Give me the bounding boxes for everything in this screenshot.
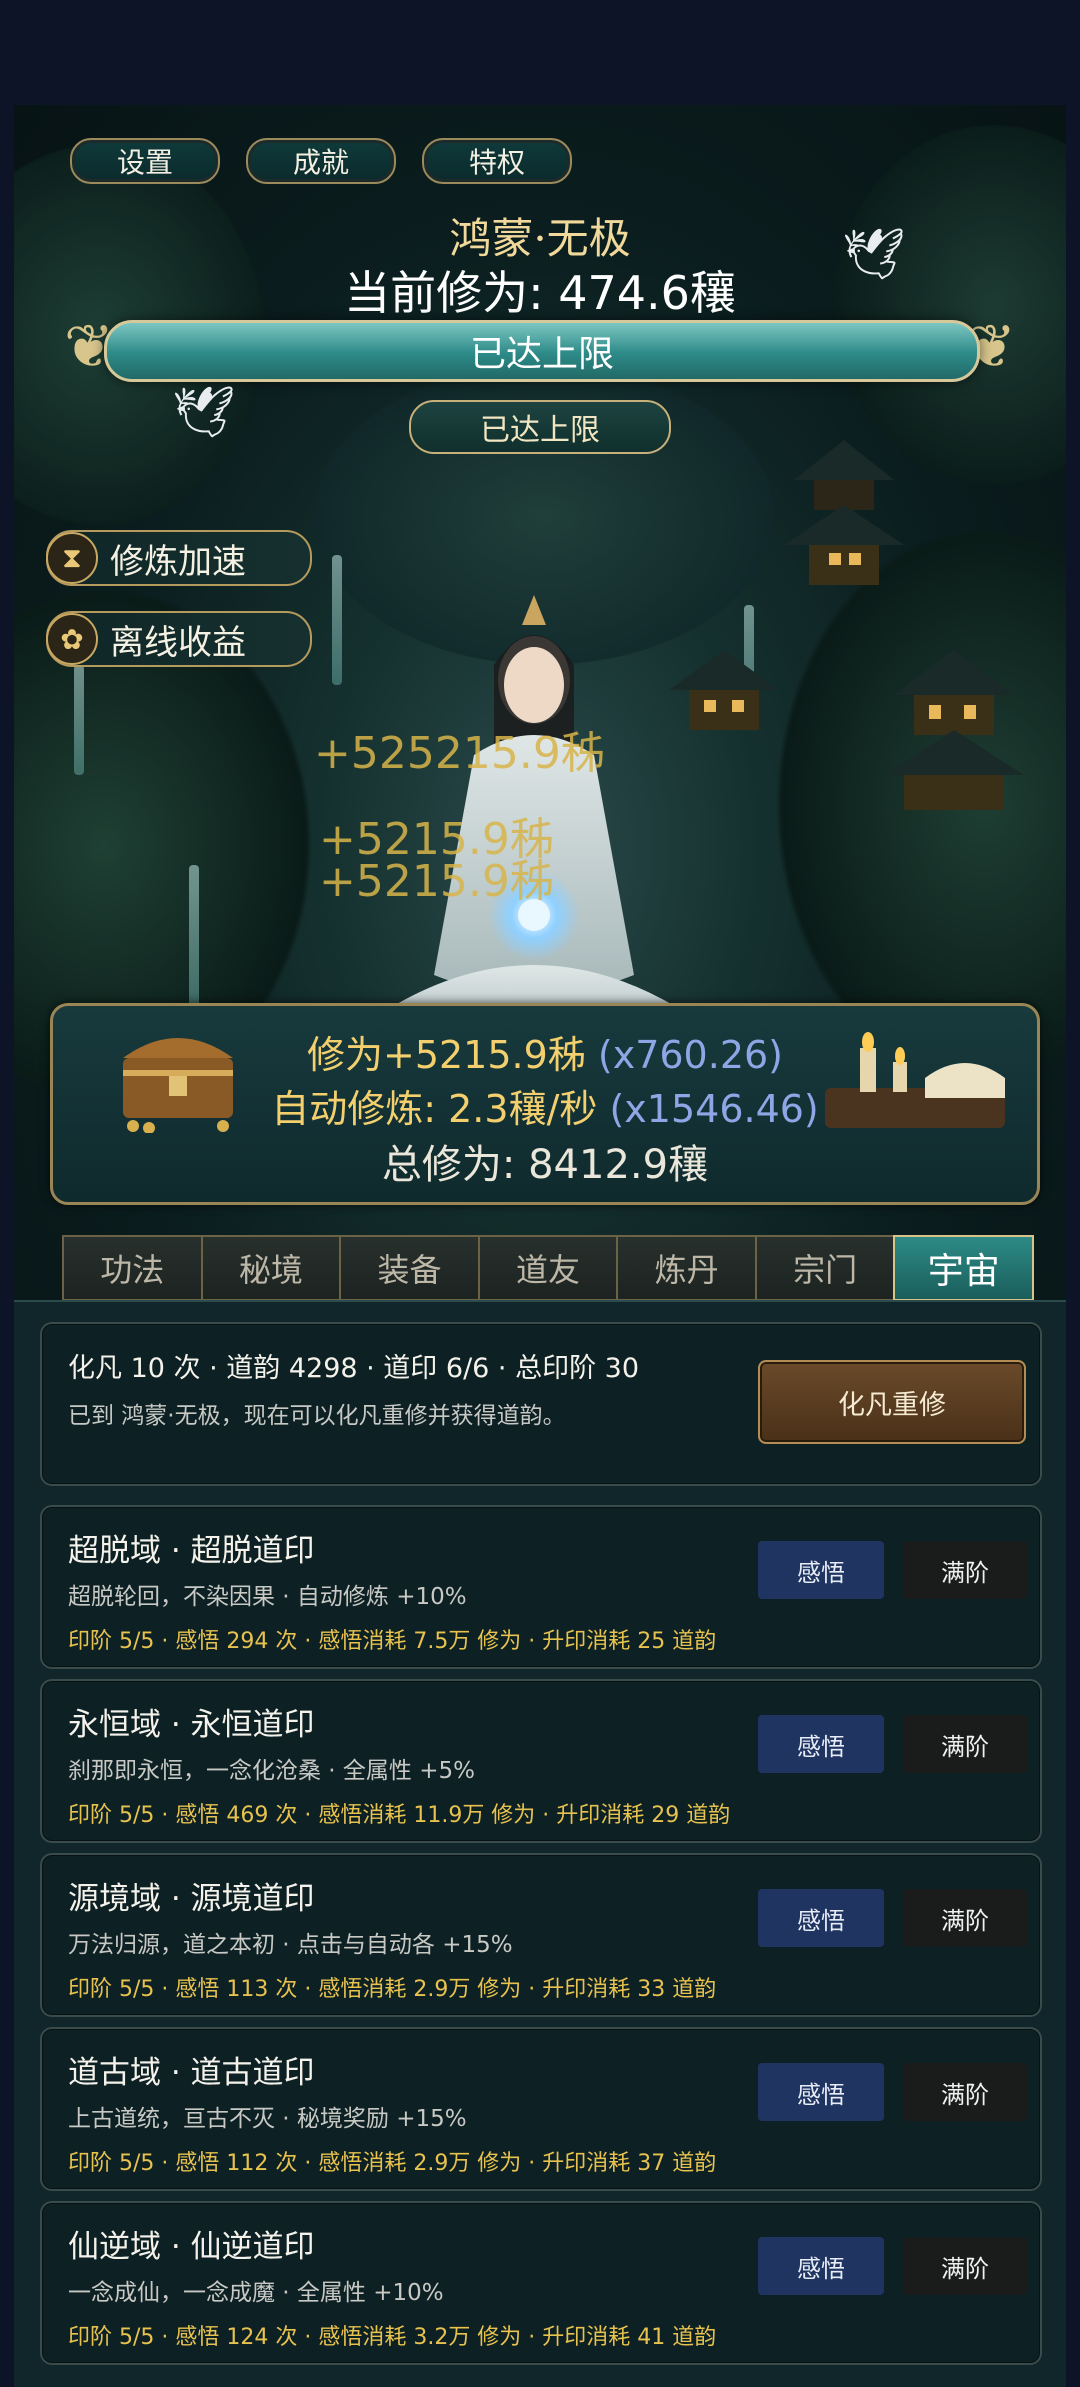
privileges-button[interactable]: 特权	[422, 138, 572, 184]
tab-companions[interactable]: 道友	[477, 1235, 619, 1300]
offline-earnings-button[interactable]: ✿ 离线收益	[46, 611, 312, 667]
domain-stats: 印阶 5/5 · 感悟 469 次 · 感悟消耗 11.9万 修为 · 升印消耗…	[68, 1803, 731, 1828]
rebirth-card: 化凡 10 次 · 道韵 4298 · 道印 6/6 · 总印阶 30 已到 鸿…	[40, 1322, 1042, 1486]
comprehend-button[interactable]: 感悟	[758, 2063, 884, 2121]
domain-card: 源境域 · 源境道印 万法归源，道之本初 · 点击与自动各 +15% 印阶 5/…	[40, 1853, 1042, 2017]
comprehend-button[interactable]: 感悟	[758, 1715, 884, 1773]
auto-gain-line: 自动修炼: 2.3穰/秒 (x1546.46)	[53, 1078, 1037, 1133]
domain-description: 超脱轮回，不染因果 · 自动修炼 +10%	[68, 1584, 467, 1610]
comprehend-button[interactable]: 感悟	[758, 1889, 884, 1947]
tab-bar: 功法 秘境 装备 道友 炼丹 宗门 宇宙	[62, 1235, 1035, 1300]
progress-label: 已达上限	[469, 334, 614, 375]
tab-equipment[interactable]: 装备	[339, 1235, 480, 1300]
floating-gain-text: +5215.9秭	[319, 856, 554, 907]
cultivation-scene: 设置 成就 特权 鸿蒙·无极 当前修为: 474.6穰 ❦ ❦ 已达上限 已达上…	[14, 105, 1066, 1300]
click-gain-value: 修为+5215.9秭	[306, 1033, 586, 1077]
rebirth-description: 已到 鸿蒙·无极，现在可以化凡重修并获得道韵。	[68, 1403, 566, 1429]
offline-earnings-label: 离线收益	[110, 622, 246, 663]
max-level-button[interactable]: 满阶	[903, 1889, 1027, 1947]
domain-description: 上古道统，亘古不灭 · 秘境奖励 +15%	[68, 2106, 467, 2132]
domain-card: 超脱域 · 超脱道印 超脱轮回，不染因果 · 自动修炼 +10% 印阶 5/5 …	[40, 1505, 1042, 1669]
gains-panel: 修为+5215.9秭 (x760.26) 自动修炼: 2.3穰/秒 (x1546…	[50, 1003, 1040, 1205]
rebirth-summary: 化凡 10 次 · 道韵 4298 · 道印 6/6 · 总印阶 30	[68, 1353, 640, 1384]
domain-title: 永恒域 · 永恒道印	[68, 1707, 315, 1743]
auto-gain-value: 自动修炼: 2.3穰/秒	[271, 1087, 598, 1131]
max-level-button[interactable]: 满阶	[903, 1541, 1027, 1599]
pagoda-decoration	[884, 650, 1024, 810]
floating-gain-text: +525215.9秭	[314, 728, 605, 779]
domain-description: 万法归源，道之本初 · 点击与自动各 +15%	[68, 1932, 513, 1958]
tab-alchemy[interactable]: 炼丹	[616, 1235, 757, 1300]
tab-secret-realm[interactable]: 秘境	[200, 1235, 342, 1300]
hourglass-icon: ⧗	[46, 532, 98, 584]
total-cultivation: 总修为: 8412.9穰	[381, 1142, 709, 1188]
crane-icon: 🕊	[842, 225, 906, 283]
click-gain-multiplier: (x760.26)	[597, 1033, 783, 1077]
current-cultivation: 当前修为: 474.6穰	[344, 266, 736, 320]
domain-description: 刹那即永恒，一念化沧桑 · 全属性 +5%	[68, 1758, 476, 1784]
comprehend-button[interactable]: 感悟	[758, 1541, 884, 1599]
domain-title: 道古域 · 道古道印	[68, 2055, 315, 2091]
max-level-button[interactable]: 满阶	[903, 1715, 1027, 1773]
domain-card: 道古域 · 道古道印 上古道统，亘古不灭 · 秘境奖励 +15% 印阶 5/5 …	[40, 2027, 1042, 2191]
domain-stats: 印阶 5/5 · 感悟 113 次 · 感悟消耗 2.9万 修为 · 升印消耗 …	[68, 1977, 717, 2002]
domain-description: 一念成仙，一念成魔 · 全属性 +10%	[68, 2280, 444, 2306]
crane-icon: 🕊	[172, 383, 236, 441]
domain-stats: 印阶 5/5 · 感悟 124 次 · 感悟消耗 3.2万 修为 · 升印消耗 …	[68, 2325, 717, 2350]
domain-stats: 印阶 5/5 · 感悟 294 次 · 感悟消耗 7.5万 修为 · 升印消耗 …	[68, 1629, 717, 1654]
max-level-button[interactable]: 满阶	[903, 2237, 1027, 2295]
settings-button[interactable]: 设置	[70, 138, 220, 184]
lotus-icon: ✿	[46, 613, 98, 665]
click-gain-line: 修为+5215.9秭 (x760.26)	[53, 1024, 1037, 1079]
game-app: 设置 成就 特权 鸿蒙·无极 当前修为: 474.6穰 ❦ ❦ 已达上限 已达上…	[14, 105, 1066, 2387]
domain-card: 仙逆域 · 仙逆道印 一念成仙，一念成魔 · 全属性 +10% 印阶 5/5 ·…	[40, 2201, 1042, 2365]
tab-techniques[interactable]: 功法	[62, 1235, 203, 1300]
domain-title: 仙逆域 · 仙逆道印	[68, 2229, 315, 2265]
waterfall-decoration	[189, 865, 199, 1015]
pagoda-decoration	[784, 440, 904, 585]
max-level-button[interactable]: 满阶	[903, 2063, 1027, 2121]
domain-card: 永恒域 · 永恒道印 刹那即永恒，一念化沧桑 · 全属性 +5% 印阶 5/5 …	[40, 1679, 1042, 1843]
speedup-button[interactable]: ⧗ 修炼加速	[46, 530, 312, 586]
breakthrough-button[interactable]: 已达上限	[409, 400, 671, 454]
achievements-button[interactable]: 成就	[246, 138, 396, 184]
auto-gain-multiplier: (x1546.46)	[609, 1087, 819, 1131]
comprehend-button[interactable]: 感悟	[758, 2237, 884, 2295]
domain-stats: 印阶 5/5 · 感悟 112 次 · 感悟消耗 2.9万 修为 · 升印消耗 …	[68, 2151, 717, 2176]
tab-sect[interactable]: 宗门	[754, 1235, 896, 1300]
domain-title: 超脱域 · 超脱道印	[68, 1533, 315, 1569]
speedup-label: 修炼加速	[110, 541, 246, 582]
tab-universe[interactable]: 宇宙	[893, 1235, 1035, 1300]
universe-panel: 化凡 10 次 · 道韵 4298 · 道印 6/6 · 总印阶 30 已到 鸿…	[14, 1300, 1066, 2387]
waterfall-decoration	[74, 665, 84, 775]
domain-title: 源境域 · 源境道印	[68, 1881, 315, 1917]
cultivation-progress-bar: 已达上限	[104, 320, 980, 382]
rebirth-button[interactable]: 化凡重修	[758, 1360, 1026, 1444]
